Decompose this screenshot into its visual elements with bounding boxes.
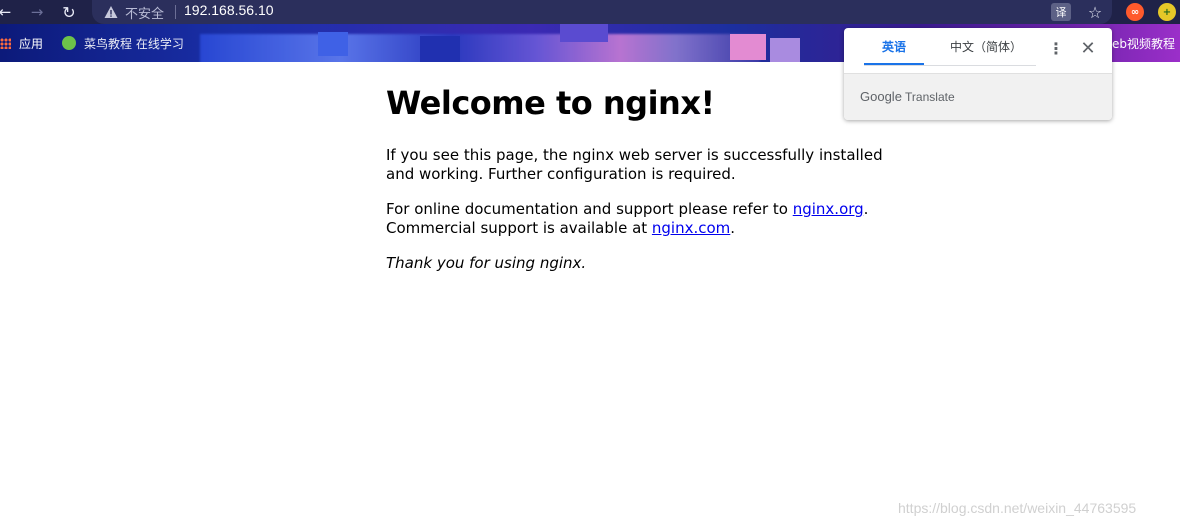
bookmark-star-button[interactable]: ☆ (1082, 0, 1108, 24)
bookmark-item-right[interactable]: eb视频教程 (1112, 24, 1175, 62)
bookmark-item-runoob[interactable]: 菜鸟教程 在线学习 (62, 24, 184, 62)
arrow-left-icon: ← (0, 3, 12, 21)
bookmark-apps[interactable]: 应用 (0, 24, 43, 62)
brand-translate: Translate (905, 90, 955, 104)
star-icon: ☆ (1087, 2, 1103, 22)
mosaic-block (420, 36, 460, 62)
tabs-divider (864, 65, 1036, 66)
back-button[interactable]: ← (0, 0, 16, 24)
documentation-paragraph: For online documentation and support ple… (386, 200, 896, 238)
mosaic-block (730, 34, 766, 60)
bookmarks-background-art (200, 34, 760, 62)
intro-paragraph: If you see this page, the nginx web serv… (386, 146, 883, 183)
arrow-right-icon: → (30, 3, 44, 21)
nginx-com-link[interactable]: nginx.com (652, 219, 730, 237)
brand-google: Google (860, 89, 902, 104)
mosaic-block (318, 32, 348, 56)
nginx-org-link[interactable]: nginx.org (793, 200, 864, 218)
translate-popup: 英语 中文（简体） ⋮ ✕ Google Translate (844, 28, 1112, 120)
more-options-button[interactable]: ⋮ (1046, 38, 1066, 58)
doc-text: For online documentation and support ple… (386, 200, 793, 218)
translate-page-button[interactable]: 译 (1048, 0, 1074, 24)
translate-icon: 译 (1051, 3, 1071, 21)
favicon-icon (62, 36, 76, 50)
reload-icon: ↻ (62, 2, 76, 22)
mosaic-block (770, 38, 800, 62)
warning-icon (104, 6, 118, 18)
bookmark-apps-label: 应用 (19, 36, 44, 51)
language-tabs: 英语 中文（简体） (864, 28, 1036, 66)
popup-footer: Google Translate (844, 73, 1112, 120)
mosaic-block (560, 24, 608, 42)
url-text[interactable]: 192.168.56.10 (184, 2, 274, 18)
bookmark-item-label: 菜鸟教程 在线学习 (84, 36, 184, 51)
omnibox-separator (175, 5, 176, 19)
google-translate-brand: Google Translate (860, 89, 955, 104)
commercial-period: . (730, 219, 736, 237)
tab-source-language[interactable]: 英语 (864, 28, 924, 64)
close-popup-button[interactable]: ✕ (1078, 37, 1098, 59)
page-content: Welcome to nginx! If you see this page, … (386, 84, 896, 289)
extension-icon-plus[interactable]: + (1158, 3, 1176, 21)
browser-toolbar: ← → ↻ 不安全 192.168.56.10 译 ☆ ∞ + (0, 0, 1180, 24)
thanks-text: Thank you for using nginx. (386, 254, 587, 272)
more-vert-icon: ⋮ (1048, 38, 1064, 58)
address-bar[interactable]: 不安全 192.168.56.10 译 ☆ (92, 0, 1112, 24)
commercial-text: Commercial support is available at (386, 219, 652, 237)
watermark: https://blog.csdn.net/weixin_44763595 (898, 500, 1137, 516)
extension-icon-infinity[interactable]: ∞ (1126, 3, 1144, 21)
apps-grid-icon (0, 37, 11, 49)
forward-button[interactable]: → (26, 0, 48, 24)
tab-target-language[interactable]: 中文（简体） (936, 28, 1036, 64)
close-icon: ✕ (1080, 37, 1096, 59)
doc-period: . (863, 200, 869, 218)
reload-button[interactable]: ↻ (58, 0, 80, 24)
security-status[interactable]: 不安全 (125, 3, 164, 22)
thanks-paragraph: Thank you for using nginx. (386, 254, 896, 273)
bookmark-item-label: eb视频教程 (1112, 36, 1176, 51)
page-title: Welcome to nginx! (386, 84, 715, 122)
